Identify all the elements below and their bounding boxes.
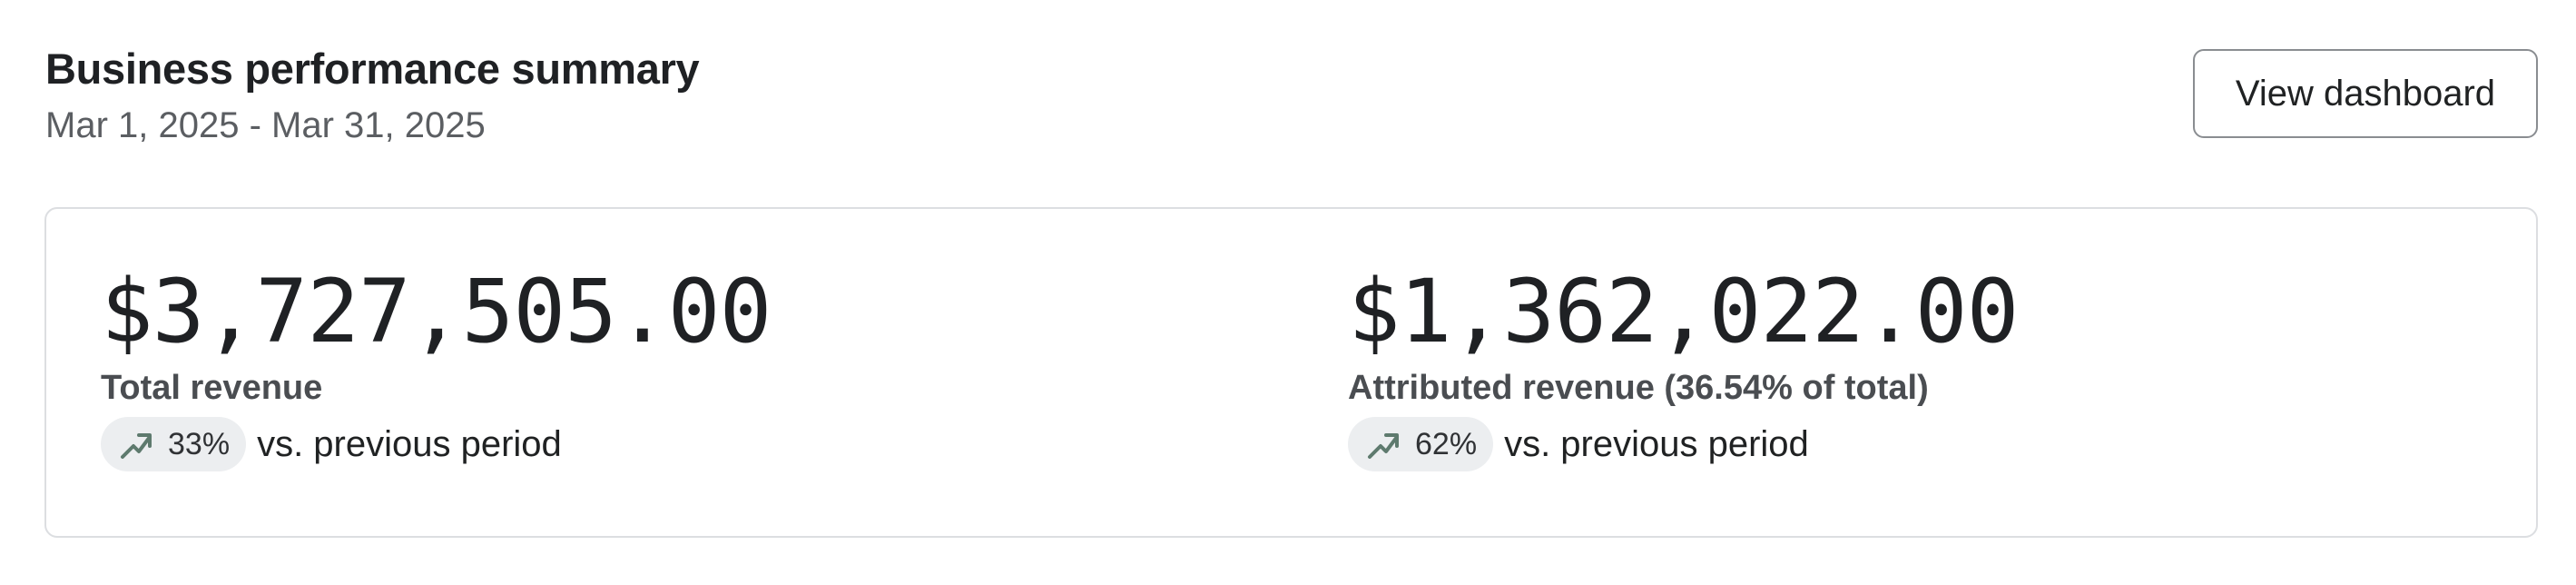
summary-header: Business performance summary Mar 1, 2025… (45, 44, 700, 147)
comparison-text: vs. previous period (257, 423, 562, 464)
metric-label: Total revenue (101, 369, 323, 407)
metric-label: Attributed revenue (36.54% of total) (1348, 369, 1929, 407)
change-value: 33% (168, 426, 231, 461)
page-title: Business performance summary (45, 45, 700, 93)
metrics-card: $3,727,505.00 Total revenue 33% vs. prev… (44, 207, 2538, 538)
trend-row: 62% vs. previous period (1348, 416, 2018, 472)
trend-up-icon (121, 433, 152, 459)
metric-value: $1,362,022.00 (1348, 261, 2019, 362)
metric-value: $3,727,505.00 (101, 261, 772, 362)
change-badge: 33% (101, 417, 247, 471)
view-dashboard-button[interactable]: View dashboard (2193, 49, 2538, 138)
change-badge: 62% (1348, 417, 1494, 471)
metric-total-revenue: $3,727,505.00 Total revenue 33% vs. prev… (101, 261, 772, 472)
metric-attributed-revenue: $1,362,022.00 Attributed revenue (36.54%… (1348, 261, 2019, 472)
trend-up-icon (1368, 433, 1399, 459)
comparison-text: vs. previous period (1504, 423, 1809, 464)
date-range: Mar 1, 2025 - Mar 31, 2025 (45, 105, 486, 145)
trend-row: 33% vs. previous period (101, 416, 771, 472)
change-value: 62% (1415, 426, 1478, 461)
